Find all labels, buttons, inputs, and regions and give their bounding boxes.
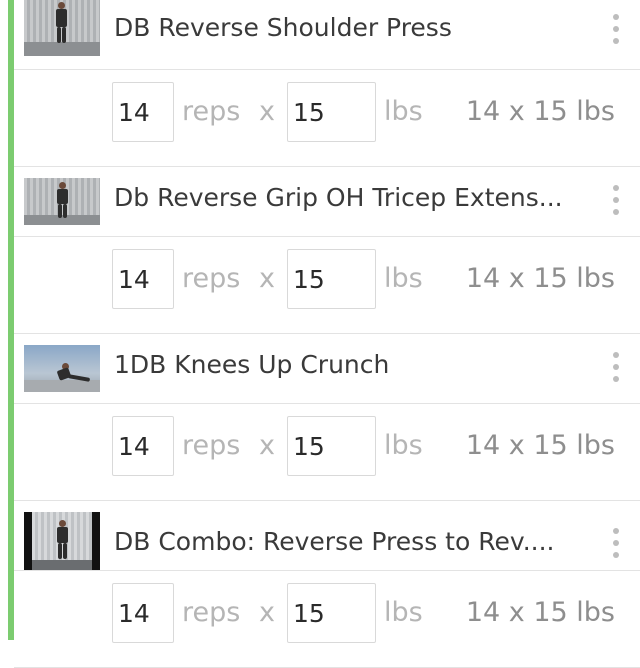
more-options-icon[interactable] bbox=[612, 352, 620, 382]
set-row: reps x lbs 14 x 15 lbs bbox=[14, 237, 640, 334]
reps-input[interactable] bbox=[112, 82, 174, 142]
exercise-row[interactable]: DB Reverse Shoulder Press bbox=[14, 0, 640, 70]
times-label: x bbox=[259, 597, 275, 628]
unit-label: lbs bbox=[384, 430, 423, 461]
reps-label: reps bbox=[182, 430, 241, 461]
unit-label: lbs bbox=[384, 96, 423, 127]
more-options-icon[interactable] bbox=[612, 528, 620, 558]
set-summary: 14 x 15 lbs bbox=[465, 96, 615, 127]
exercise-thumbnail[interactable] bbox=[24, 512, 100, 570]
times-label: x bbox=[259, 263, 275, 294]
weight-input[interactable] bbox=[287, 416, 376, 476]
set-summary: 14 x 15 lbs bbox=[465, 430, 615, 461]
reps-label: reps bbox=[182, 96, 241, 127]
exercise-thumbnail[interactable] bbox=[24, 178, 100, 225]
weight-input[interactable] bbox=[287, 249, 376, 309]
reps-label: reps bbox=[182, 597, 241, 628]
more-options-icon[interactable] bbox=[612, 14, 620, 44]
weight-input[interactable] bbox=[287, 82, 376, 142]
exercise-row[interactable]: 1DB Knees Up Crunch bbox=[14, 334, 640, 404]
reps-label: reps bbox=[182, 263, 241, 294]
times-label: x bbox=[259, 430, 275, 461]
exercise-name[interactable]: 1DB Knees Up Crunch bbox=[114, 348, 389, 382]
reps-input[interactable] bbox=[112, 416, 174, 476]
exercise-thumbnail[interactable] bbox=[24, 345, 100, 392]
reps-input[interactable] bbox=[112, 249, 174, 309]
set-summary: 14 x 15 lbs bbox=[465, 597, 615, 628]
exercise-row[interactable]: Db Reverse Grip OH Tricep Extens... bbox=[14, 167, 640, 237]
exercise-thumbnail[interactable] bbox=[24, 0, 100, 56]
reps-input[interactable] bbox=[112, 583, 174, 643]
set-row: reps x lbs 14 x 15 lbs bbox=[14, 404, 640, 501]
set-row: reps x lbs 14 x 15 lbs bbox=[14, 571, 640, 668]
set-summary: 14 x 15 lbs bbox=[465, 263, 615, 294]
exercise-name[interactable]: DB Reverse Shoulder Press bbox=[114, 11, 452, 45]
exercise-name[interactable]: Db Reverse Grip OH Tricep Extens... bbox=[114, 181, 563, 215]
set-row: reps x lbs 14 x 15 lbs bbox=[14, 70, 640, 167]
exercise-name[interactable]: DB Combo: Reverse Press to Rev.... bbox=[114, 525, 554, 559]
unit-label: lbs bbox=[384, 263, 423, 294]
exercise-row[interactable]: DB Combo: Reverse Press to Rev.... bbox=[14, 501, 640, 571]
weight-input[interactable] bbox=[287, 583, 376, 643]
unit-label: lbs bbox=[384, 597, 423, 628]
more-options-icon[interactable] bbox=[612, 185, 620, 215]
times-label: x bbox=[259, 96, 275, 127]
exercise-list: DB Reverse Shoulder Press reps x lbs 14 … bbox=[14, 0, 640, 668]
